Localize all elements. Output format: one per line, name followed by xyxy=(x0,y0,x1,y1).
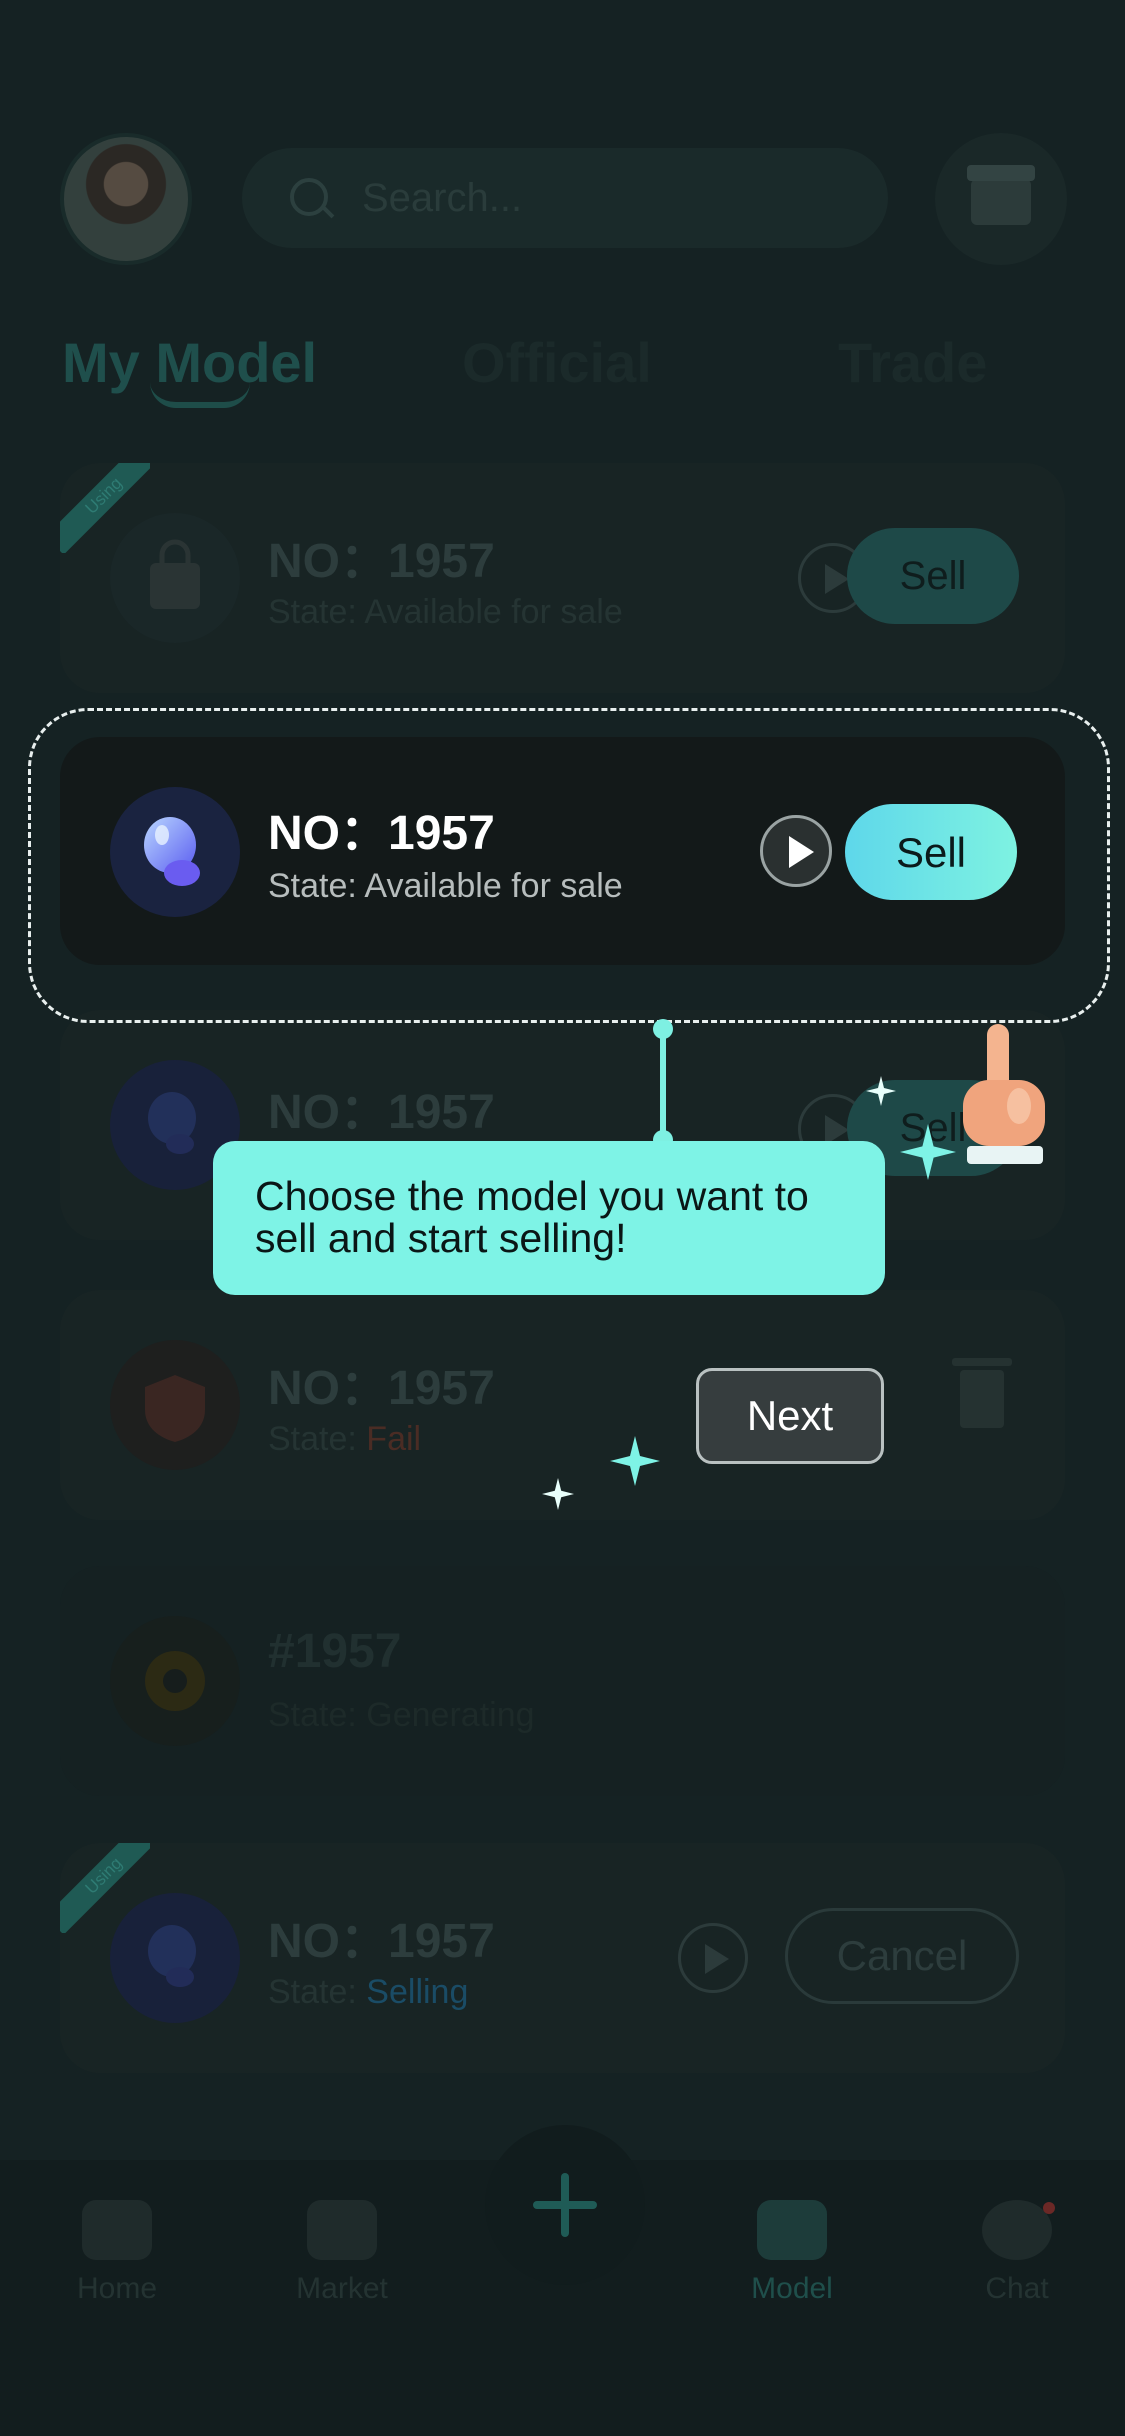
play-icon[interactable] xyxy=(678,1923,748,1993)
gift-icon xyxy=(967,165,1035,225)
model-state: State: Selling xyxy=(268,1973,469,2011)
model-number: NO：1957 xyxy=(268,1915,495,1968)
model-state: State: Generating xyxy=(268,1696,535,1734)
tab-trade[interactable]: Trade xyxy=(838,330,987,395)
search-bar[interactable]: Search... xyxy=(242,148,888,248)
market-icon xyxy=(307,2200,377,2260)
connector-dot xyxy=(653,1019,673,1039)
cancel-button[interactable]: Cancel xyxy=(785,1908,1019,2004)
model-card[interactable]: Using NO：1957 State: Selling Cancel xyxy=(60,1843,1065,2073)
sparkle-icon xyxy=(866,1076,896,1106)
home-icon xyxy=(82,2200,152,2260)
active-tab-indicator xyxy=(150,382,250,408)
highlighted-model-card[interactable]: NO：1957 State: Available for sale Sell xyxy=(60,737,1065,965)
search-placeholder: Search... xyxy=(362,176,523,220)
model-state: State: Available for sale xyxy=(268,867,623,905)
lightbulb-icon xyxy=(110,787,240,917)
model-number: #1957 xyxy=(268,1625,402,1678)
nav-market[interactable]: Market xyxy=(272,2200,412,2306)
model-number: NO：1957 xyxy=(268,1086,495,1139)
sell-button[interactable]: Sell xyxy=(845,804,1017,900)
tab-official[interactable]: Official xyxy=(462,330,652,395)
trash-icon[interactable] xyxy=(952,1358,1012,1428)
model-number: NO：1957 xyxy=(268,535,495,588)
generating-icon xyxy=(110,1616,240,1746)
nav-chat[interactable]: Chat xyxy=(947,2200,1087,2306)
avatar[interactable] xyxy=(60,133,192,265)
app-screen: Search... My Model Official Trade Using … xyxy=(0,0,1125,2436)
tooltip-text: Choose the model you want to sell and st… xyxy=(255,1173,809,1261)
plus-icon xyxy=(533,2173,597,2237)
shield-fail-icon xyxy=(110,1340,240,1470)
model-icon xyxy=(757,2200,827,2260)
nav-model[interactable]: Model xyxy=(722,2200,862,2306)
model-state: State: Fail xyxy=(268,1420,422,1458)
next-button[interactable]: Next xyxy=(696,1368,884,1464)
play-icon[interactable] xyxy=(760,815,832,887)
pointing-hand-icon xyxy=(963,1024,1045,1164)
lightbulb-icon xyxy=(110,1893,240,2023)
sparkle-icon xyxy=(542,1478,574,1510)
add-model-button[interactable] xyxy=(485,2125,645,2285)
guide-tooltip: Choose the model you want to sell and st… xyxy=(213,1141,885,1295)
gift-button[interactable] xyxy=(935,133,1067,265)
model-number: NO：1957 xyxy=(268,807,495,860)
nav-home[interactable]: Home xyxy=(47,2200,187,2306)
tooltip-connector xyxy=(660,1028,666,1140)
model-state: State: Available for sale xyxy=(268,593,623,631)
notification-dot xyxy=(1043,2202,1055,2214)
model-card: #1957 State: Generating xyxy=(60,1566,1065,1796)
model-card[interactable]: Using NO：1957 State: Available for sale … xyxy=(60,463,1065,693)
chat-icon xyxy=(982,2200,1052,2260)
shopping-bag-icon xyxy=(110,513,240,643)
model-number: NO：1957 xyxy=(268,1362,495,1415)
sell-button[interactable]: Sell xyxy=(847,528,1019,624)
sparkle-icon xyxy=(610,1436,660,1486)
search-icon xyxy=(290,178,328,216)
